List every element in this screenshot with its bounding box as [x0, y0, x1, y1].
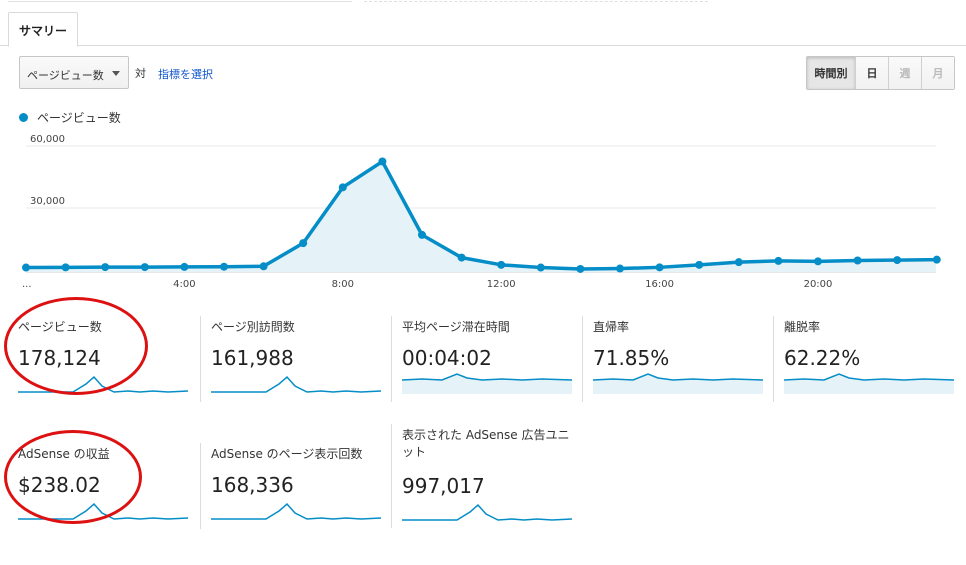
metric-card[interactable]: 直帰率 71.85%	[582, 316, 773, 402]
sparkline-line	[211, 375, 381, 393]
range-hourly-button[interactable]: 時間別	[807, 57, 855, 89]
metric-card-label: 直帰率	[593, 320, 630, 334]
metric-card-label: 表示された AdSense 広告ユニット	[402, 428, 570, 459]
metric-sparkline	[593, 373, 763, 394]
sparkline-line	[402, 373, 572, 381]
data-point	[734, 258, 743, 267]
x-tick-label: 8:00	[332, 279, 354, 290]
range-month-button[interactable]: 月	[921, 57, 954, 89]
sparkline-line	[784, 373, 954, 381]
dropdown-arrow-icon	[112, 71, 120, 76]
legend-dot-icon	[19, 113, 28, 122]
x-tick-label: ...	[22, 279, 32, 290]
data-point	[180, 262, 189, 271]
data-point	[299, 239, 308, 248]
metric-card[interactable]: ページ別訪問数 161,988	[200, 316, 391, 402]
metric-card[interactable]: 平均ページ滞在時間 00:04:02	[391, 316, 582, 402]
metric-sparkline	[402, 503, 572, 521]
vs-label: 対	[135, 67, 146, 80]
annotation-circle-pageviews	[4, 297, 148, 395]
tab-bar: サマリー	[0, 10, 966, 47]
series-area	[26, 161, 937, 272]
metric-card-value: 71.85%	[593, 346, 670, 370]
metric-card[interactable]: 表示された AdSense 広告ユニット 997,017	[391, 424, 582, 528]
metric-select[interactable]: ページビュー数	[19, 56, 129, 89]
sparkline-line	[211, 502, 381, 520]
data-point	[140, 263, 149, 272]
select-metric-link[interactable]: 指標を選択	[158, 66, 213, 82]
metric-card-value: 168,336	[211, 473, 294, 497]
x-tick-label: 12:00	[487, 279, 516, 290]
data-point	[655, 263, 664, 272]
metric-card-label: 離脱率	[784, 320, 821, 334]
metric-sparkline	[402, 373, 572, 394]
data-point	[893, 256, 902, 265]
time-range-toggle: 時間別 日 週 月	[806, 56, 955, 90]
sparkline-line	[402, 503, 572, 521]
data-point	[536, 263, 545, 272]
data-point	[576, 264, 585, 273]
legend-series-label: ページビュー数	[37, 111, 121, 125]
metric-card[interactable]: 離脱率 62.22%	[773, 316, 966, 402]
x-tick-label: 20:00	[804, 279, 833, 290]
metric-card-value: 62.22%	[784, 346, 861, 370]
series-line	[25, 159, 939, 271]
data-point	[101, 263, 110, 272]
y-tick-label: 30,000	[30, 196, 65, 207]
pageviews-chart: 60,000 30,000... 4:00 8:00 12:00 16:00 20:00	[22, 134, 941, 290]
metric-card-label: AdSense のページ表示回数	[211, 447, 363, 461]
metric-card[interactable]: AdSense のページ表示回数 168,336	[200, 443, 391, 529]
metric-card-value: 997,017	[402, 474, 485, 498]
data-point	[457, 253, 466, 262]
data-point	[774, 256, 783, 265]
chart-legend: ページビュー数	[19, 109, 121, 126]
data-point	[616, 264, 624, 273]
data-point	[22, 263, 30, 272]
sparkline-area	[593, 374, 763, 394]
y-tick-label: 60,000	[30, 134, 65, 145]
data-point	[338, 183, 347, 192]
tab-summary[interactable]: サマリー	[8, 12, 78, 47]
data-point	[220, 262, 228, 271]
data-point	[497, 260, 506, 269]
sparkline-line	[593, 373, 763, 381]
data-point	[695, 260, 704, 269]
annotation-circle-adsense-revenue	[4, 430, 142, 524]
metric-select-label: ページビュー数	[27, 69, 104, 82]
sparkline-area	[402, 374, 572, 394]
metric-card-label: ページ別訪問数	[211, 320, 295, 334]
data-point	[853, 256, 862, 265]
data-point	[61, 263, 70, 272]
data-point	[259, 262, 268, 271]
x-tick-label: 4:00	[173, 279, 195, 290]
sparkline-area	[784, 374, 954, 394]
top-divider-left	[8, 0, 352, 2]
metric-card-value: 161,988	[211, 346, 294, 370]
data-point	[814, 257, 822, 266]
data-point	[378, 157, 387, 166]
range-day-button[interactable]: 日	[855, 57, 888, 89]
x-tick-label: 16:00	[645, 279, 674, 290]
data-point	[418, 230, 426, 239]
data-point	[932, 255, 941, 264]
metric-sparkline	[211, 502, 381, 520]
range-week-button[interactable]: 週	[888, 57, 921, 89]
metric-card-value: 00:04:02	[402, 346, 492, 370]
metric-card-label: 平均ページ滞在時間	[402, 320, 510, 334]
metric-sparkline	[784, 373, 954, 394]
metric-sparkline	[211, 375, 381, 393]
top-divider-right	[364, 0, 708, 2]
